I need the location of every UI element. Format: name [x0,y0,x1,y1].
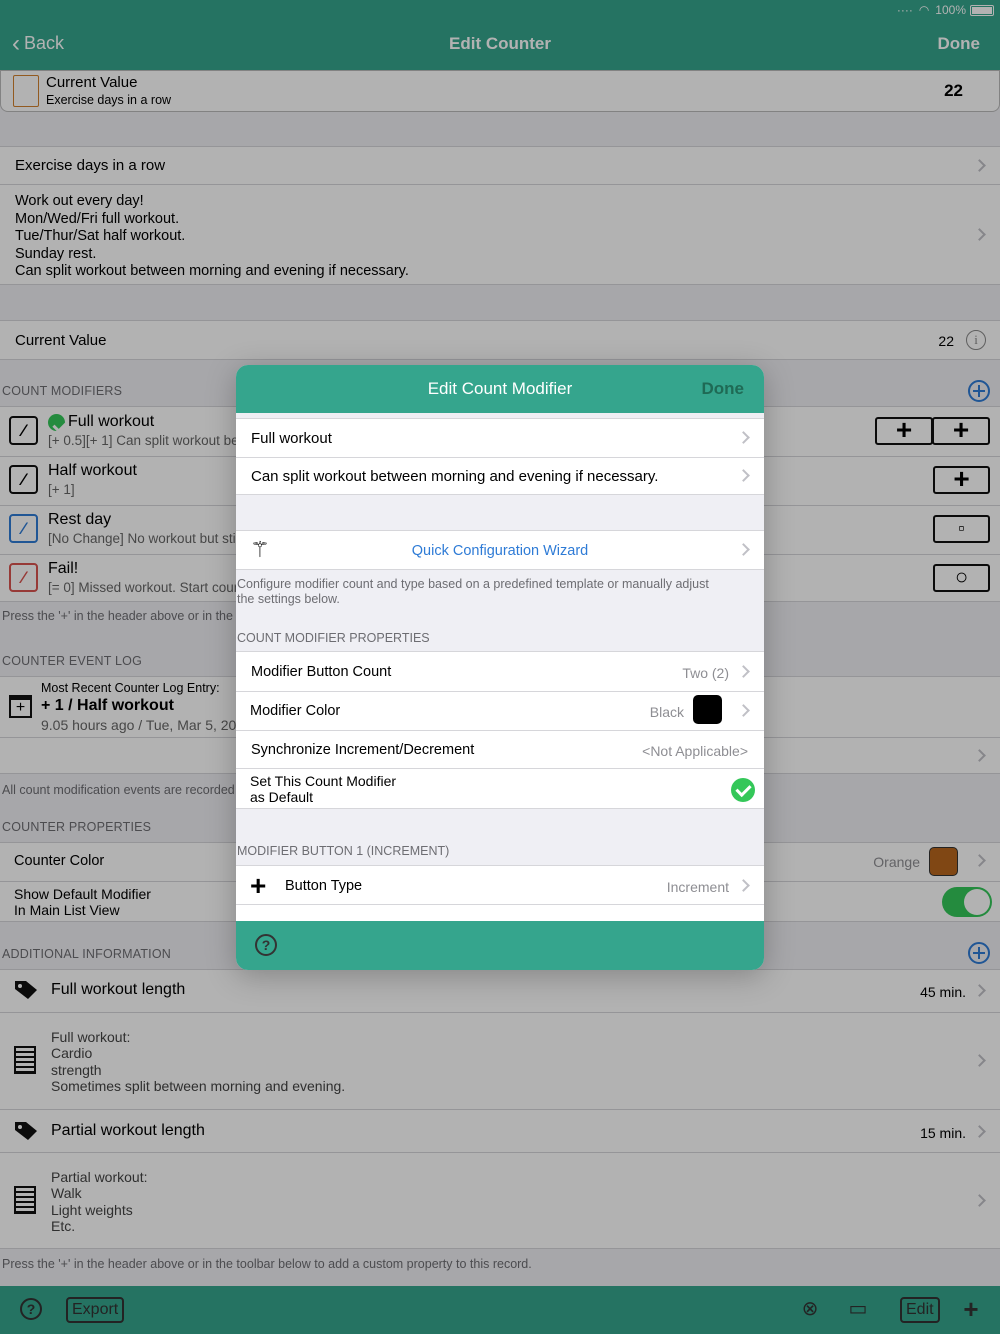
button-count-label: Modifier Button Count [251,664,392,680]
divider [236,730,764,731]
edit-count-modifier-modal: Edit Count Modifier Done Full workout Ca… [236,365,764,970]
modifier-color-value: Black [649,704,684,720]
modal-done-button[interactable]: Done [702,379,745,399]
modal-body[interactable]: Full workout Can split workout between m… [236,413,764,921]
modifier-name-row[interactable]: Full workout [236,418,764,458]
divider [236,768,764,769]
chevron-right-icon [737,665,750,678]
sync-value: <Not Applicable> [642,743,748,759]
button-type-label: Button Type [285,878,363,894]
wizard-link[interactable]: Quick Configuration Wizard [236,543,764,559]
modifier-name-text: Full workout [251,430,332,447]
divider [236,904,764,905]
modifier-description-row[interactable]: Can split workout between morning and ev… [236,457,764,495]
set-default-label: Set This Count Modifier as Default [250,773,396,805]
chevron-right-icon [737,431,750,444]
modal-title: Edit Count Modifier [427,379,573,398]
modifier-properties-header: COUNT MODIFIER PROPERTIES [237,631,430,645]
chevron-right-icon [737,879,750,892]
divider [236,691,764,692]
button-count-value[interactable]: Two (2) [682,665,729,681]
wizard-note-line: Configure modifier count and type based … [237,577,709,591]
modifier-color-swatch[interactable] [693,695,722,724]
modifier-description-text: Can split workout between morning and ev… [251,468,659,485]
sync-label: Synchronize Increment/Decrement [251,742,475,758]
modal-header: Edit Count Modifier Done [236,365,764,413]
wizard-note-line: the settings below. [237,592,340,606]
set-default-check-icon[interactable] [731,778,755,802]
help-icon[interactable]: ? [255,934,277,956]
chevron-right-icon [737,704,750,717]
button-type-value: Increment [666,879,729,895]
set-default-label-line: as Default [250,789,314,805]
wizard-note: Configure modifier count and type based … [237,577,709,607]
wizard-row[interactable]: ⚚ Quick Configuration Wizard [236,530,764,570]
set-default-label-line: Set This Count Modifier [250,773,397,789]
modifier-properties-group: Modifier Button Count Two (2) Modifier C… [236,651,764,809]
modifier-color-label: Modifier Color [250,703,341,719]
modal-footer: ? [236,921,764,970]
button-type-row[interactable]: + Button Type Increment [236,865,764,921]
chevron-right-icon [737,469,750,482]
plus-icon: + [250,870,267,901]
button1-header: MODIFIER BUTTON 1 (INCREMENT) [237,844,450,858]
